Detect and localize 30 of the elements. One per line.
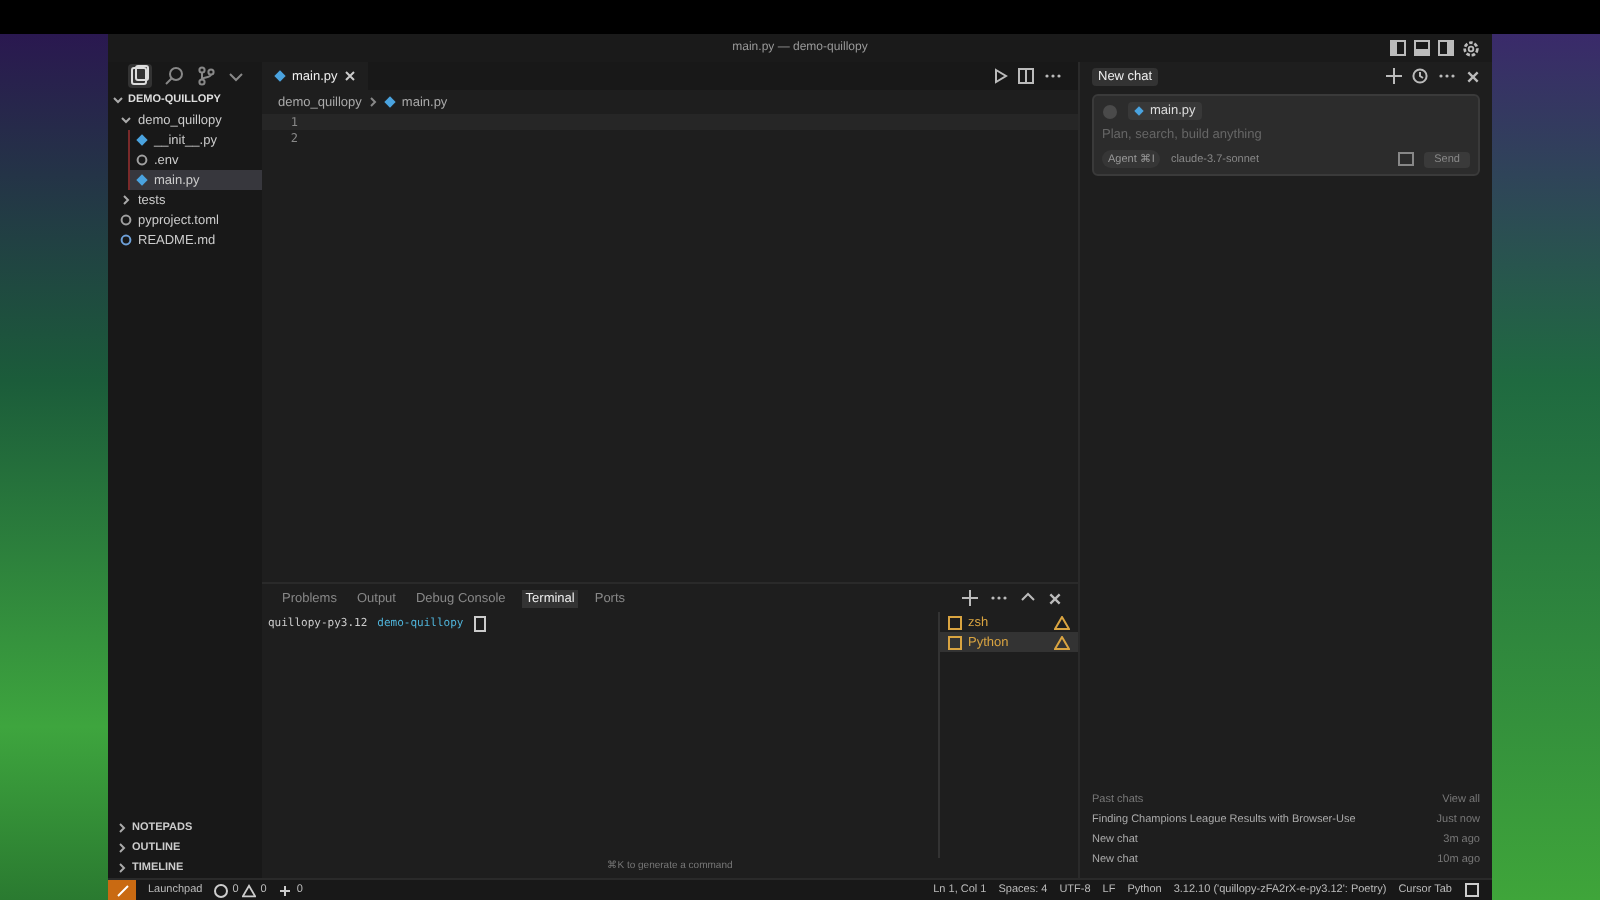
split-editor-icon[interactable] <box>1018 68 1034 84</box>
python-file-icon <box>274 70 286 82</box>
warning-icon <box>242 883 257 897</box>
chevron-down-icon <box>112 94 124 106</box>
close-icon[interactable] <box>343 70 356 82</box>
terminal-cursor <box>473 616 486 632</box>
run-icon[interactable] <box>992 68 1008 84</box>
python-file-icon <box>1134 106 1144 116</box>
close-icon[interactable] <box>1048 591 1062 605</box>
chevron-down-icon[interactable] <box>228 68 244 84</box>
notifications-icon[interactable] <box>1464 882 1480 898</box>
image-icon[interactable] <box>1398 152 1415 166</box>
files-icon[interactable] <box>128 64 152 88</box>
chevron-up-icon[interactable] <box>1020 590 1036 606</box>
sidebar-toggle-icon[interactable] <box>1438 40 1454 56</box>
python-file-icon <box>383 96 396 108</box>
add-icon[interactable] <box>962 590 978 606</box>
panel-toggle-icon[interactable] <box>1414 40 1430 56</box>
chevron-right-icon <box>367 96 378 108</box>
history-icon[interactable] <box>1412 68 1428 84</box>
search-icon[interactable] <box>164 66 184 86</box>
settings-icon[interactable] <box>1462 40 1480 58</box>
add-icon[interactable] <box>1386 68 1402 84</box>
sidebar-toggle-icon[interactable] <box>1390 40 1406 56</box>
error-icon <box>214 883 229 897</box>
chevron-icon <box>120 114 132 126</box>
source-control-icon[interactable] <box>196 66 216 86</box>
chevron-icon <box>120 194 132 206</box>
close-icon[interactable] <box>1466 69 1480 83</box>
remote-indicator[interactable] <box>108 880 136 900</box>
